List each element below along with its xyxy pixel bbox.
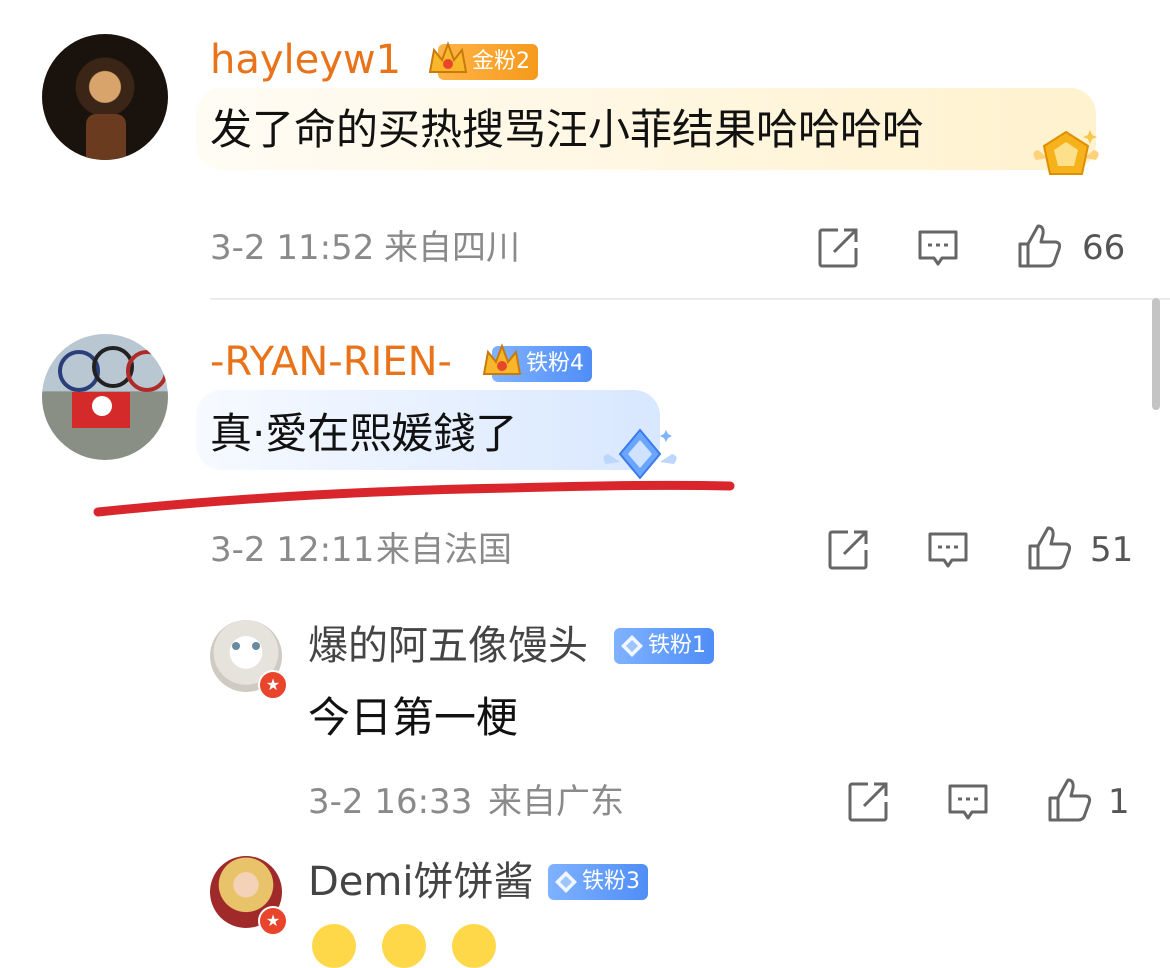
comment-icon[interactable] [916, 226, 960, 270]
like-count: 51 [1090, 530, 1134, 570]
comment-text: 今日第一梗 [308, 693, 519, 742]
diamond-icon [621, 635, 643, 657]
avatar[interactable] [42, 34, 168, 160]
crown-icon [428, 41, 468, 73]
username[interactable]: 爆的阿五像馒头 [308, 624, 588, 668]
badge-label: 铁粉4 [526, 351, 584, 376]
comment-time: 3-2 12:11 [210, 530, 375, 570]
fan-level-badge: 铁粉1 [614, 628, 714, 664]
fan-level-badge: 金粉2 [428, 41, 538, 80]
badge-label: 金粉2 [472, 49, 530, 74]
crown-icon [482, 343, 522, 375]
comment-text: 发了命的买热搜骂汪小菲结果哈哈哈哈 [210, 105, 925, 154]
share-icon[interactable] [816, 226, 860, 270]
gold-gem-decoration-icon [1033, 130, 1099, 175]
comment-text: 真·愛在熙媛錢了 [210, 409, 518, 458]
thumbs-up-icon[interactable] [1026, 524, 1074, 572]
diamond-icon [555, 871, 577, 893]
emoji-icon [382, 924, 426, 968]
comment-icon[interactable] [946, 780, 990, 824]
badge-label: 铁粉1 [648, 633, 706, 658]
comment-time: 3-2 11:52 [210, 228, 375, 268]
scrollbar-thumb[interactable] [1152, 298, 1160, 410]
comment-location: 来自广东 [488, 782, 624, 822]
comment-location: 来自法国 [376, 530, 512, 570]
username[interactable]: Demi饼饼酱 [308, 860, 534, 904]
thumbs-up-icon[interactable] [1046, 776, 1094, 824]
fan-level-badge: 铁粉4 [482, 343, 592, 382]
like-count: 1 [1108, 782, 1130, 822]
comment-icon[interactable] [926, 528, 970, 572]
verified-badge-icon: ★ [258, 670, 288, 700]
red-underline-annotation [93, 480, 735, 517]
thumbs-up-icon[interactable] [1016, 222, 1064, 270]
share-icon[interactable] [826, 528, 870, 572]
like-count: 66 [1082, 228, 1126, 268]
emoji-icon [312, 924, 356, 968]
comment-time: 3-2 16:33 [308, 782, 473, 822]
emoji-icon [452, 924, 496, 968]
fan-level-badge: 铁粉3 [548, 864, 648, 900]
username[interactable]: -RYAN-RIEN- [210, 340, 452, 384]
comment-location: 来自四川 [384, 228, 520, 268]
divider [210, 298, 1170, 300]
username[interactable]: hayleyw1 [210, 38, 401, 82]
share-icon[interactable] [846, 780, 890, 824]
verified-badge-icon: ★ [258, 906, 288, 936]
avatar[interactable] [42, 334, 168, 460]
badge-label: 铁粉3 [582, 869, 640, 894]
